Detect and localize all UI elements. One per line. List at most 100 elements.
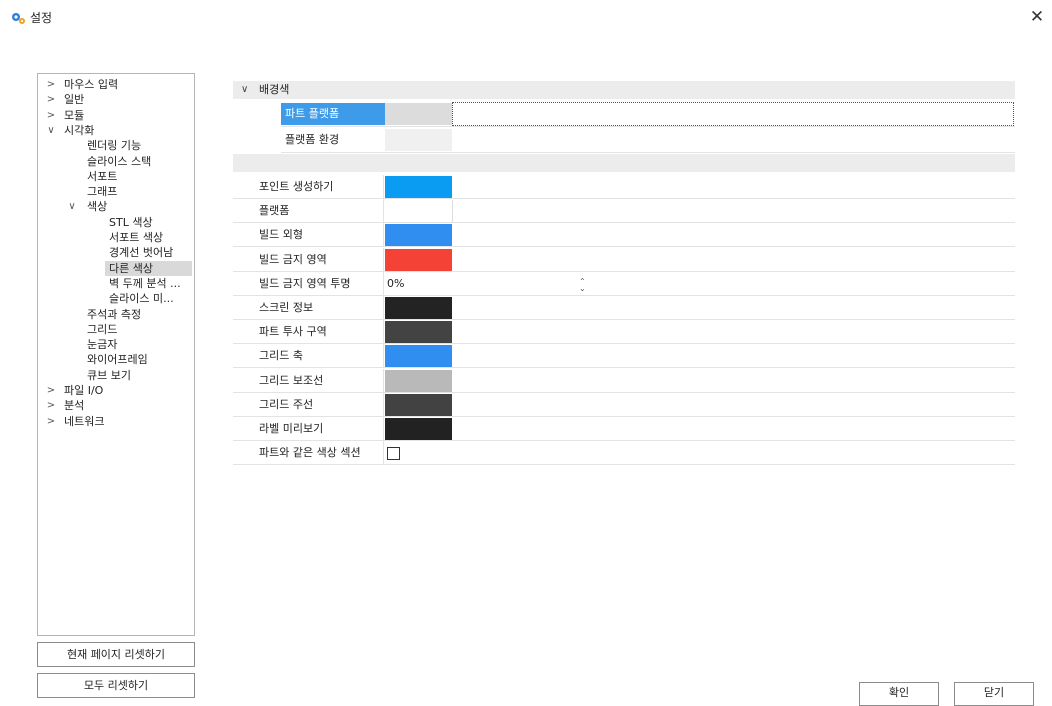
tree-item-label: 눈금자 xyxy=(87,338,118,352)
color-swatch[interactable] xyxy=(385,345,452,368)
tree-item-label: 와이어프레임 xyxy=(87,353,148,367)
close-window-icon[interactable]: ✕ xyxy=(1028,8,1046,26)
color-swatch[interactable] xyxy=(385,393,452,416)
property-label[interactable]: 플랫폼 환경 xyxy=(281,129,385,151)
tree-item-label: 마우스 입력 xyxy=(64,78,119,91)
tree-item-label: 서포트 색상 xyxy=(109,231,164,244)
property-label: 그리드 축 xyxy=(259,349,303,363)
column-divider xyxy=(383,344,384,369)
tree-item[interactable]: 렌더링 기능 xyxy=(38,138,193,153)
column-divider xyxy=(383,296,384,320)
tree-item-label: 분석 xyxy=(64,399,85,413)
reset-page-button[interactable]: 현재 페이지 리셋하기 xyxy=(37,642,195,667)
color-swatch[interactable] xyxy=(385,369,452,392)
tree-item[interactable]: 눈금자 xyxy=(38,337,193,352)
tree-item[interactable]: > 모듈 xyxy=(38,108,193,123)
tree-item[interactable]: 그래프 xyxy=(38,184,193,199)
property-label: 파트와 같은 색상 섹션 xyxy=(259,446,361,460)
color-swatch[interactable] xyxy=(385,176,452,198)
chevron-right-icon[interactable]: > xyxy=(46,108,56,123)
property-label: 라벨 미리보기 xyxy=(259,422,324,435)
tree-item-label: 네트워크 xyxy=(64,414,105,428)
color-swatch[interactable] xyxy=(385,418,452,440)
tree-item-label: 색상 xyxy=(87,200,108,214)
column-divider xyxy=(383,417,384,441)
tree-item[interactable]: 그리드 xyxy=(38,322,193,337)
tree-item[interactable]: ∨ 시각화 xyxy=(38,123,193,138)
tree-item[interactable]: STL 색상 xyxy=(105,215,192,230)
color-swatch[interactable] xyxy=(385,297,452,319)
tree-item[interactable]: ∨ 색상 xyxy=(38,199,193,214)
tree-item[interactable]: 큐브 보기 xyxy=(38,368,193,383)
tree-item-label: 주석과 측정 xyxy=(87,307,142,321)
tree-item[interactable]: 슬라이스 미... xyxy=(105,291,192,306)
color-swatch[interactable] xyxy=(385,224,452,247)
property-label: 스크린 정보 xyxy=(259,301,314,314)
close-button[interactable]: 닫기 xyxy=(954,682,1034,706)
tree-item[interactable]: 다른 색상 xyxy=(105,260,192,276)
column-divider xyxy=(383,271,384,296)
chevron-right-icon[interactable]: > xyxy=(46,398,56,413)
color-swatch[interactable] xyxy=(385,321,452,344)
gears-icon xyxy=(12,13,25,24)
property-label[interactable]: 파트 플랫폼 xyxy=(281,103,385,125)
column-divider xyxy=(383,368,384,393)
column-divider xyxy=(383,199,384,224)
color-swatch[interactable] xyxy=(385,103,452,125)
tree-item[interactable]: > 네트워크 xyxy=(38,414,193,429)
color-swatch[interactable] xyxy=(385,248,452,271)
tree-item-label: 시각화 xyxy=(64,123,95,137)
tree-item-label: 경계선 벗어남 xyxy=(109,246,174,260)
tree-item[interactable]: 슬라이스 스택 xyxy=(38,154,193,169)
category-label: 배경색 xyxy=(259,83,290,96)
tree-item[interactable]: 서포트 xyxy=(38,169,193,184)
tree-item-label: 렌더링 기능 xyxy=(87,139,142,153)
tree-item-label: 슬라이스 스택 xyxy=(87,154,152,168)
chevron-down-icon[interactable]: ∨ xyxy=(67,199,77,214)
color-swatch[interactable] xyxy=(385,129,452,151)
tree-item[interactable]: > 분석 xyxy=(38,398,193,413)
chevron-down-icon[interactable]: ∨ xyxy=(241,81,251,99)
property-label: 빌드 외형 xyxy=(259,228,303,242)
tree-item-label: STL 색상 xyxy=(109,215,153,229)
tree-item[interactable]: > 일반 xyxy=(38,92,193,107)
row-divider xyxy=(233,294,1015,296)
value-cell-focus[interactable] xyxy=(452,102,1014,126)
tree-item[interactable]: 와이어프레임 xyxy=(38,352,193,367)
tree-item[interactable]: 주석과 측정 xyxy=(38,307,193,322)
chevron-right-icon[interactable]: > xyxy=(46,383,56,398)
chevron-right-icon[interactable]: > xyxy=(46,92,56,107)
column-divider xyxy=(383,175,384,199)
tree-item-label: 큐브 보기 xyxy=(87,368,131,382)
tree-item-label: 파일 I/O xyxy=(64,384,104,397)
tree-item[interactable]: > 파일 I/O xyxy=(38,383,193,398)
category-background[interactable]: ∨ 배경색 xyxy=(233,81,1015,99)
column-divider xyxy=(383,392,384,417)
percent-spinbox[interactable]: 0% ⌃ ⌄ xyxy=(387,274,586,294)
tree-item[interactable]: > 마우스 입력 xyxy=(38,77,193,92)
row-divider xyxy=(233,246,1015,248)
property-grid: ∨ 배경색 파트 플랫폼 플랫폼 환경 포인트 생성하기 플랫폼 빌드 외형 빌드 금지 … xyxy=(233,81,1015,473)
property-label: 빌드 금지 영역 투명 xyxy=(259,276,351,290)
chevron-right-icon[interactable]: > xyxy=(46,77,56,92)
ok-button[interactable]: 확인 xyxy=(859,682,939,706)
row-divider xyxy=(233,464,1015,466)
tree-item-label: 그래프 xyxy=(87,185,118,199)
settings-tree: > 마우스 입력 > 일반 > 모듈 ∨ 시각화 렌더링 기능 슬라이스 스택 서포트 그래프 ∨ 색상 S… xyxy=(37,73,195,636)
reset-all-button[interactable]: 모두 리셋하기 xyxy=(37,673,195,698)
chevron-down-icon[interactable]: ∨ xyxy=(46,123,56,138)
tree-item[interactable]: 벽 두께 분석 ... xyxy=(105,276,192,291)
chevron-right-icon[interactable]: > xyxy=(46,414,56,429)
column-divider xyxy=(383,223,384,248)
column-divider xyxy=(383,320,384,345)
category-separator xyxy=(233,154,1015,172)
row-divider xyxy=(233,222,1015,224)
property-label: 포인트 생성하기 xyxy=(259,180,334,193)
tree-item[interactable]: 서포트 색상 xyxy=(105,230,192,245)
same-color-section-checkbox[interactable] xyxy=(387,447,400,461)
tree-item[interactable]: 경계선 벗어남 xyxy=(105,245,192,260)
spinner-arrows-icon[interactable]: ⌃ ⌄ xyxy=(579,277,586,292)
tree-item-label: 모듈 xyxy=(64,108,85,122)
tree-item-label: 서포트 xyxy=(87,169,118,183)
color-swatch[interactable] xyxy=(385,200,453,223)
